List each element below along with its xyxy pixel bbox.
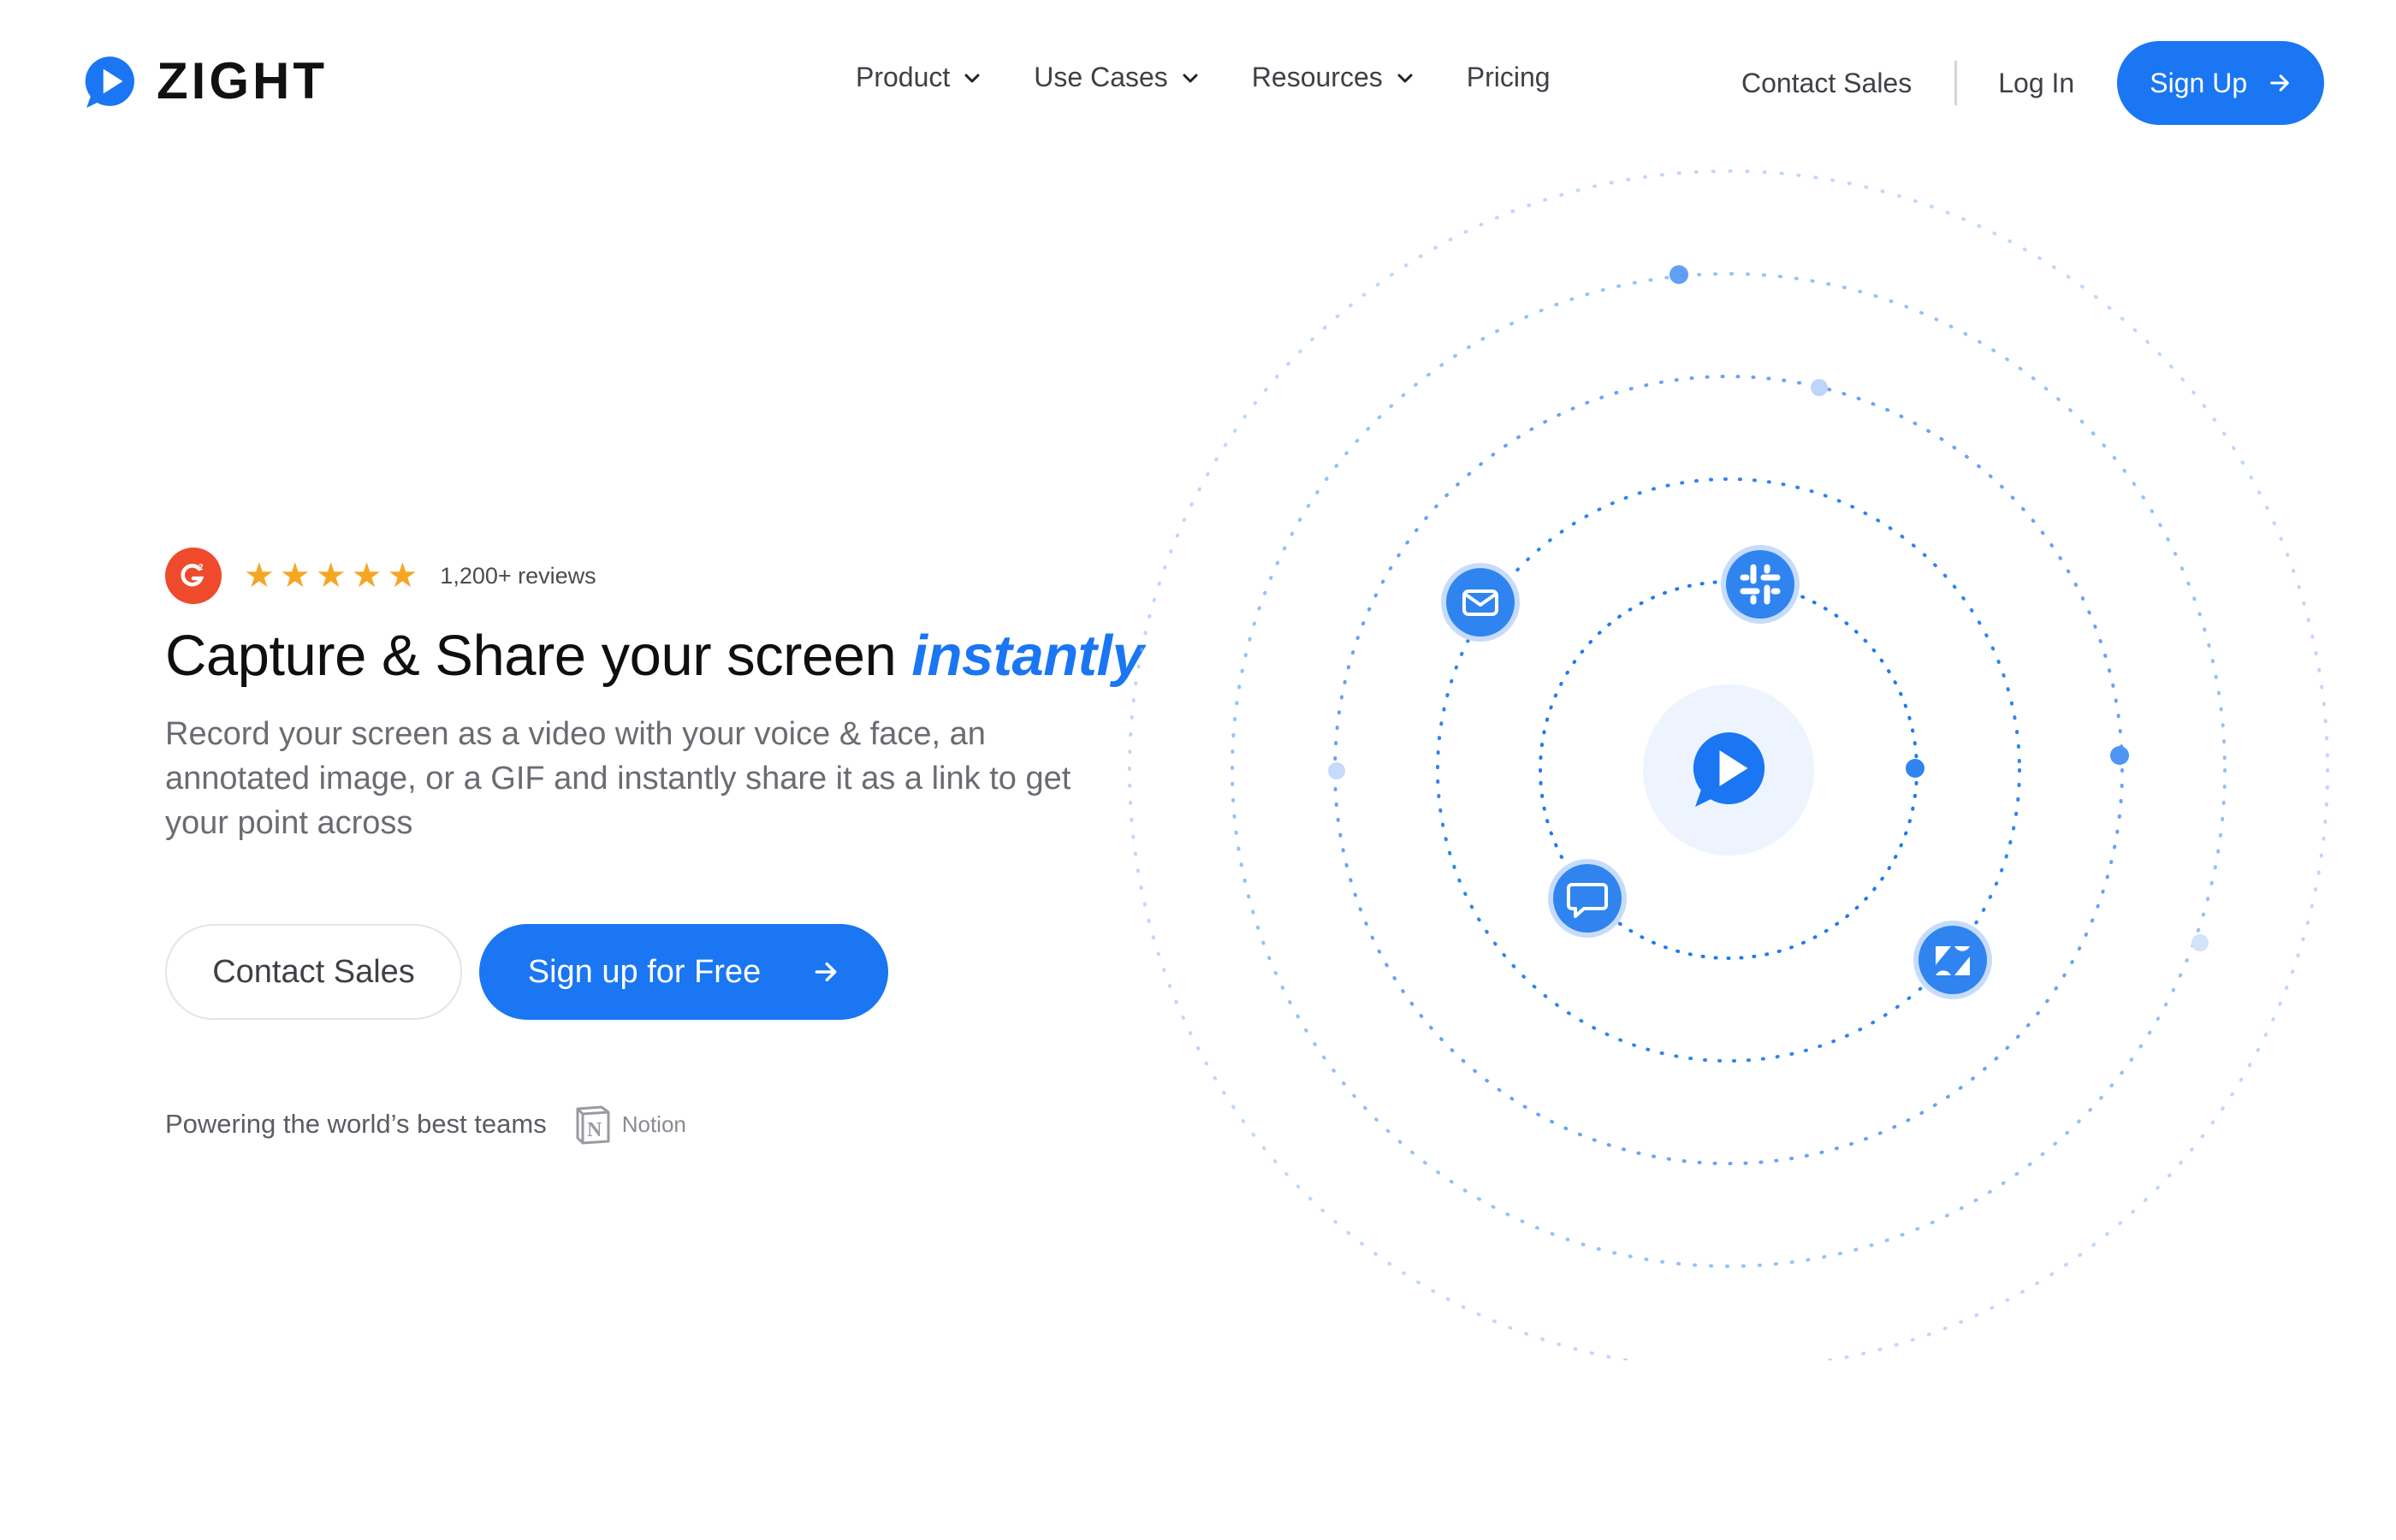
nav-resources[interactable]: Resources bbox=[1252, 62, 1415, 93]
email-icon bbox=[1441, 563, 1520, 642]
sign-up-button[interactable]: Sign Up bbox=[2117, 41, 2325, 125]
contact-sales-link[interactable]: Contact Sales bbox=[1741, 68, 1912, 99]
star-rating: ★ ★ ★ ★ ★ bbox=[244, 559, 418, 593]
reviews-count: 1,200+ reviews bbox=[440, 562, 596, 589]
svg-text:2: 2 bbox=[199, 563, 204, 572]
nav-pricing[interactable]: Pricing bbox=[1467, 62, 1551, 93]
star-icon: ★ bbox=[351, 557, 383, 595]
nav-use-cases-label: Use Cases bbox=[1034, 62, 1168, 92]
nav-product[interactable]: Product bbox=[856, 62, 982, 93]
notion-label: Notion bbox=[621, 1111, 686, 1137]
orbit-dot bbox=[1669, 265, 1688, 284]
hero-cta-row: Contact Sales Sign up for Free bbox=[165, 924, 888, 1020]
nav-pricing-label: Pricing bbox=[1466, 62, 1551, 92]
social-proof: Powering the world’s best teams N Notion bbox=[165, 1104, 686, 1145]
orbit-dot bbox=[1906, 759, 1925, 778]
header-divider bbox=[1954, 61, 1958, 105]
orbit-dot bbox=[1811, 379, 1828, 396]
orbit-dot bbox=[2110, 746, 2129, 765]
nav-resources-label: Resources bbox=[1251, 62, 1383, 92]
g2-logo-icon: 2 bbox=[181, 563, 205, 587]
orbit-dot bbox=[1328, 762, 1345, 779]
orbit-group bbox=[1128, 169, 2329, 1360]
nav-use-cases[interactable]: Use Cases bbox=[1034, 62, 1201, 93]
header-actions: Contact Sales Log In Sign Up bbox=[1741, 41, 2325, 125]
log-in-link[interactable]: Log In bbox=[1998, 68, 2074, 99]
g2-badge-icon: 2 bbox=[165, 548, 222, 604]
orbit-dot bbox=[2191, 934, 2209, 951]
headline-main: Capture & Share your screen bbox=[165, 624, 912, 688]
contact-sales-button[interactable]: Contact Sales bbox=[165, 924, 462, 1020]
zight-logo-icon bbox=[85, 56, 134, 108]
sign-up-free-label: Sign up for Free bbox=[527, 953, 762, 990]
chevron-down-icon bbox=[964, 74, 980, 82]
chevron-down-icon bbox=[1183, 74, 1198, 82]
arrow-right-icon bbox=[2270, 74, 2289, 92]
star-icon: ★ bbox=[387, 557, 418, 595]
zendesk-icon bbox=[1913, 921, 1992, 999]
star-icon: ★ bbox=[315, 557, 347, 595]
arrow-right-icon bbox=[815, 962, 837, 982]
sign-up-free-button[interactable]: Sign up for Free bbox=[479, 924, 888, 1020]
brand-name: ZIGHT bbox=[157, 52, 328, 110]
sign-up-label: Sign Up bbox=[2150, 67, 2248, 98]
star-icon: ★ bbox=[244, 557, 275, 595]
powering-text: Powering the world’s best teams bbox=[165, 1109, 547, 1139]
chat-icon bbox=[1548, 859, 1627, 938]
star-icon: ★ bbox=[279, 557, 311, 595]
hero-headline: Capture & Share your screen instantly bbox=[165, 623, 1144, 689]
notion-icon: N bbox=[576, 1105, 610, 1145]
nav-product-label: Product bbox=[856, 62, 951, 92]
main-nav: Product Use Cases Resources Pricing bbox=[856, 62, 1602, 93]
svg-text:N: N bbox=[587, 1119, 602, 1141]
slack-icon bbox=[1721, 545, 1800, 624]
chevron-down-icon bbox=[1397, 74, 1413, 82]
integration-orbit bbox=[1128, 169, 2329, 1360]
hero-subcopy: Record your screen as a video with your … bbox=[165, 716, 1071, 841]
brand-logo[interactable]: ZIGHT bbox=[81, 53, 328, 110]
notion-logo: N Notion bbox=[572, 1104, 686, 1145]
g2-rating: 2 ★ ★ ★ ★ ★ 1,200+ reviews bbox=[165, 548, 596, 604]
landing-page: ZIGHT Product Use Cases Resources Pricin… bbox=[0, 0, 2396, 1540]
